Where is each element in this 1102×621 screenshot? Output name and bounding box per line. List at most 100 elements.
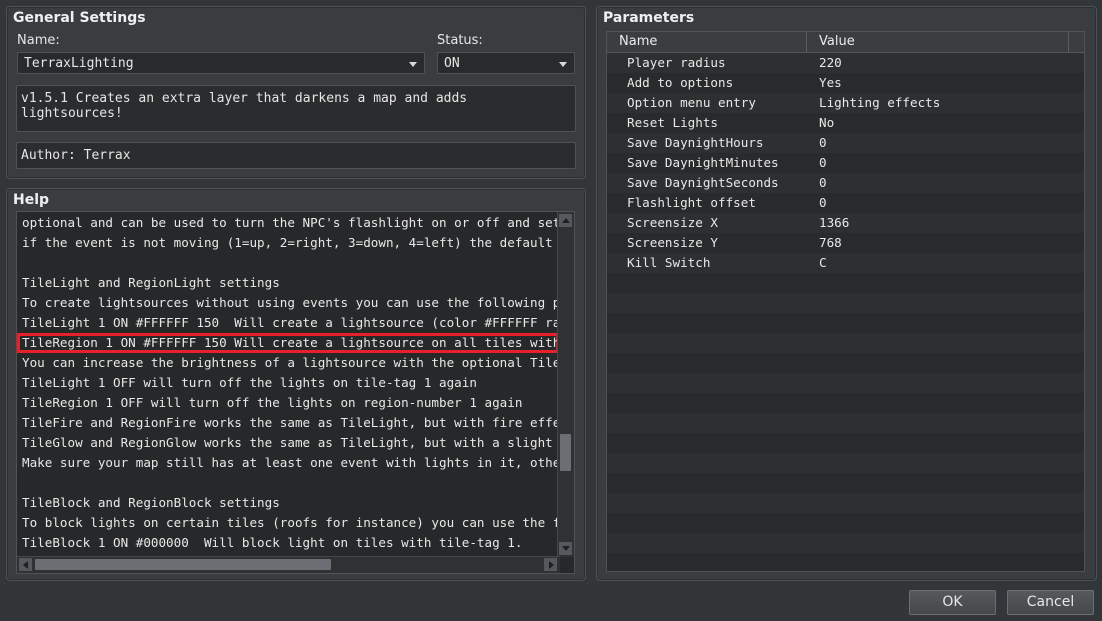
table-row[interactable]	[607, 293, 1084, 313]
param-value: 220	[819, 55, 842, 70]
table-row[interactable]	[607, 313, 1084, 333]
column-divider[interactable]	[806, 32, 807, 52]
help-line: TileLight 1 ON #FFFFFF 150 Will create a…	[22, 315, 559, 330]
table-row[interactable]: Save DaynightHours 0	[607, 133, 1084, 153]
chevron-down-icon	[409, 62, 417, 67]
name-label: Name:	[17, 33, 60, 48]
table-row[interactable]	[607, 493, 1084, 513]
parameter-rows: Player radius 220 Add to options Yes Option …	[607, 53, 1084, 571]
status-select[interactable]: ON	[437, 52, 575, 74]
table-row[interactable]	[607, 533, 1084, 553]
table-row[interactable]: Save DaynightMinutes 0	[607, 153, 1084, 173]
author-field[interactable]: Author: Terrax	[16, 142, 576, 169]
description-text: v1.5.1 Creates an extra layer that darke…	[21, 91, 468, 121]
scroll-right-button[interactable]	[544, 558, 557, 571]
scroll-up-button[interactable]	[559, 214, 572, 227]
param-name: Screensize Y	[627, 235, 718, 250]
table-row[interactable]	[607, 353, 1084, 373]
help-line-highlighted: TileRegion 1 ON #FFFFFF 150 Will create …	[17, 333, 559, 353]
status-select-value: ON	[444, 56, 460, 71]
vertical-scroll-thumb[interactable]	[560, 434, 571, 471]
name-select[interactable]: TerraxLighting	[17, 52, 425, 74]
param-value: Yes	[819, 75, 842, 90]
param-name: Screensize X	[627, 215, 718, 230]
table-row[interactable]: Option menu entry Lighting effects	[607, 93, 1084, 113]
param-name: Add to options	[627, 75, 734, 90]
help-line: TileRegion 1 OFF will turn off the light…	[22, 395, 523, 410]
param-value: 1366	[819, 215, 850, 230]
author-text: Author: Terrax	[21, 148, 131, 163]
help-line: Make sure your map still has at least on…	[22, 455, 559, 470]
table-row[interactable]	[607, 453, 1084, 473]
table-row[interactable]	[607, 553, 1084, 571]
table-row[interactable]: Kill Switch C	[607, 253, 1084, 273]
description-field[interactable]: v1.5.1 Creates an extra layer that darke…	[16, 85, 576, 132]
param-value: 768	[819, 235, 842, 250]
table-row[interactable]: Player radius 220	[607, 53, 1084, 73]
arrow-up-icon	[562, 218, 570, 223]
parameters-table[interactable]: Name Value Player radius 220 Add to option…	[606, 31, 1085, 572]
param-value: C	[819, 255, 827, 270]
table-row[interactable]: Reset Lights No	[607, 113, 1084, 133]
help-line: if the event is not moving (1=up, 2=righ…	[22, 235, 559, 250]
status-label: Status:	[437, 33, 483, 48]
param-name: Player radius	[627, 55, 726, 70]
column-header-value[interactable]: Value	[819, 34, 855, 49]
help-text-area[interactable]: optional and can be used to turn the NPC…	[16, 211, 575, 574]
param-name: Kill Switch	[627, 255, 711, 270]
table-row[interactable]	[607, 513, 1084, 533]
horizontal-scrollbar[interactable]	[17, 556, 560, 573]
scroll-left-button[interactable]	[19, 558, 32, 571]
param-value: 0	[819, 195, 827, 210]
table-row[interactable]	[607, 333, 1084, 353]
help-lines: optional and can be used to turn the NPC…	[17, 213, 559, 557]
help-line: To create lightsources without using eve…	[22, 295, 559, 310]
arrow-right-icon	[549, 561, 554, 569]
table-row[interactable]	[607, 393, 1084, 413]
vertical-scrollbar[interactable]	[557, 212, 574, 557]
param-name: Save DaynightSeconds	[627, 175, 779, 190]
chevron-down-icon	[559, 62, 567, 67]
param-name: Reset Lights	[627, 115, 718, 130]
param-name: Save DaynightMinutes	[627, 155, 779, 170]
param-value: No	[819, 115, 835, 130]
arrow-down-icon	[562, 546, 570, 551]
param-value: 0	[819, 155, 827, 170]
param-name: Option menu entry	[627, 95, 756, 110]
table-row[interactable]	[607, 473, 1084, 493]
param-value: 0	[819, 135, 827, 150]
table-row[interactable]	[607, 433, 1084, 453]
help-line: TileFire and RegionFire works the same a…	[22, 415, 559, 430]
help-line: To block lights on certain tiles (roofs …	[22, 515, 559, 530]
help-line: optional and can be used to turn the NPC…	[22, 215, 559, 230]
ok-button[interactable]: OK	[909, 590, 996, 615]
param-name: Save DaynightHours	[627, 135, 764, 150]
help-line	[17, 253, 559, 273]
column-divider[interactable]	[1068, 32, 1069, 52]
scroll-down-button[interactable]	[559, 542, 572, 555]
table-row[interactable]	[607, 273, 1084, 293]
param-name: Flashlight offset	[627, 195, 756, 210]
help-line: TileLight and RegionLight settings	[22, 275, 280, 290]
param-value: 0	[819, 175, 827, 190]
table-header: Name Value	[607, 32, 1084, 53]
table-row[interactable]: Flashlight offset 0	[607, 193, 1084, 213]
help-line: TileGlow and RegionGlow works the same a…	[22, 435, 559, 450]
arrow-left-icon	[23, 561, 28, 569]
table-row[interactable]	[607, 373, 1084, 393]
table-row[interactable]: Screensize X 1366	[607, 213, 1084, 233]
table-row[interactable]	[607, 413, 1084, 433]
help-line: TileLight 1 OFF will turn off the lights…	[22, 375, 477, 390]
param-value: Lighting effects	[819, 95, 941, 110]
table-row[interactable]: Add to options Yes	[607, 73, 1084, 93]
help-line: TileBlock and RegionBlock settings	[22, 495, 280, 510]
parameters-title: Parameters	[603, 10, 695, 26]
help-title: Help	[13, 192, 50, 208]
column-header-name[interactable]: Name	[619, 34, 657, 49]
help-line	[17, 473, 559, 493]
help-line: You can increase the brightness of a lig…	[22, 355, 559, 370]
cancel-button[interactable]: Cancel	[1007, 590, 1094, 615]
table-row[interactable]: Save DaynightSeconds 0	[607, 173, 1084, 193]
table-row[interactable]: Screensize Y 768	[607, 233, 1084, 253]
horizontal-scroll-thumb[interactable]	[35, 559, 331, 570]
